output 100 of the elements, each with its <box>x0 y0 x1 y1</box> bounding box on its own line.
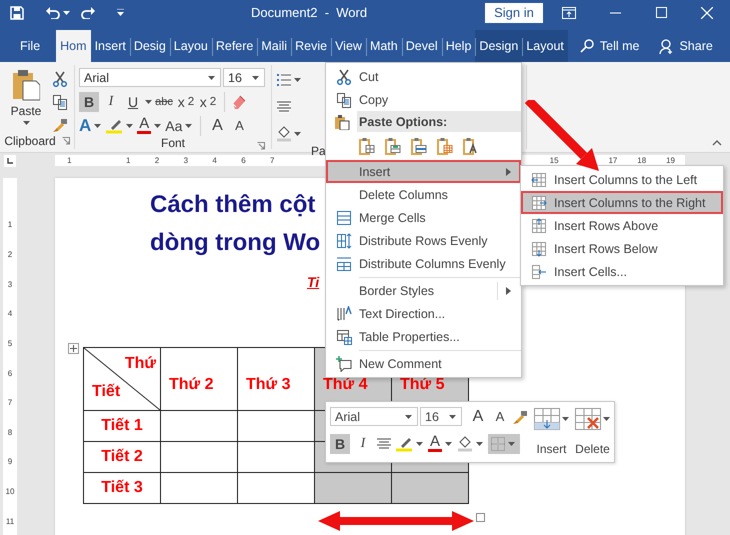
shading-icon[interactable] <box>276 126 292 142</box>
menu-item[interactable]: Distribute Rows Evenly <box>326 229 521 252</box>
format-button[interactable]: A <box>229 116 250 136</box>
ribbon-tab[interactable]: File <box>16 30 56 62</box>
sign-in-button[interactable]: Sign in <box>485 2 543 22</box>
ribbon-tab[interactable]: Revie <box>291 30 332 62</box>
bullets-icon[interactable] <box>276 72 292 86</box>
paste-option-icon[interactable] <box>411 137 427 155</box>
ruler-number: 3 <box>8 278 12 291</box>
menu-item[interactable]: Cut <box>326 65 521 88</box>
format-button[interactable]: Aa <box>165 116 194 136</box>
menu-item[interactable]: Insert Columns to the Left <box>521 168 723 191</box>
menu-item[interactable]: Insert Rows Above <box>521 214 723 237</box>
tab-stop-icon[interactable] <box>7 158 13 164</box>
paste-button[interactable]: Paste <box>4 65 48 133</box>
ruler-number: 15 <box>548 156 560 165</box>
ruler-number: 11 <box>6 516 14 528</box>
menu-item[interactable]: Merge Cells <box>326 206 521 229</box>
resize-handle[interactable] <box>476 513 485 522</box>
document-title: Cách thêm cột <box>150 190 316 220</box>
menu-item[interactable]: Insert Cells... <box>521 260 723 283</box>
menu-item[interactable]: Distribute Columns Evenly <box>326 252 521 275</box>
format-button[interactable]: B <box>79 92 99 112</box>
shading-button[interactable] <box>457 434 485 454</box>
font-color-button[interactable]: A <box>137 116 164 136</box>
window-title: Document2 - Word <box>251 5 368 20</box>
launcher-icon[interactable] <box>257 142 265 150</box>
menu-item[interactable]: Text Direction... <box>326 302 521 325</box>
ribbon-tab[interactable]: Help <box>442 30 476 62</box>
ribbon-tab[interactable]: Maili <box>257 30 292 62</box>
font-name-field[interactable]: Arial <box>79 68 221 87</box>
paste-option-icon[interactable] <box>385 137 401 155</box>
share-button[interactable]: Share <box>659 30 713 62</box>
ruler-number: 8 <box>8 426 12 439</box>
maximize-icon[interactable] <box>656 7 666 18</box>
paste-option-icon[interactable] <box>463 137 479 155</box>
ribbon-tab[interactable]: Math <box>366 30 402 62</box>
menu-item[interactable]: Insert Columns to the Right <box>521 191 723 214</box>
format-button[interactable]: A <box>79 116 104 136</box>
close-icon[interactable] <box>701 6 713 18</box>
ribbon-tab[interactable]: Hom <box>56 30 91 62</box>
insert-button[interactable]: Insert <box>534 406 569 458</box>
ruler-number: 1 <box>66 156 73 165</box>
caret-icon <box>208 76 215 80</box>
person-icon <box>659 38 674 54</box>
tell-me-button[interactable]: Tell me <box>580 30 640 62</box>
ribbon-tab[interactable]: Insert <box>90 30 130 62</box>
ruler-number: 5 <box>8 338 12 350</box>
borders-button[interactable] <box>488 434 520 454</box>
menu-item[interactable]: Delete Columns <box>326 183 521 206</box>
merge-cells-icon <box>336 210 352 226</box>
minimize-icon[interactable] <box>610 12 620 14</box>
ruler-number: 2 <box>8 248 12 261</box>
menu-item[interactable]: Insert Rows Below <box>521 237 723 260</box>
font-name-field[interactable]: Arial <box>330 407 418 426</box>
format-button[interactable]: I <box>353 434 373 454</box>
ribbon-tab[interactable]: Refere <box>212 30 258 62</box>
ribbon-tab[interactable]: View <box>331 30 366 62</box>
menu-item[interactable]: Insert <box>326 160 521 183</box>
save-icon[interactable] <box>10 6 24 20</box>
ribbon-tab[interactable]: Layout <box>522 30 568 62</box>
format-button[interactable]: I <box>101 92 121 112</box>
grow-font-button[interactable]: A <box>468 406 488 426</box>
text-direction-icon <box>336 306 352 322</box>
paste-option-icon[interactable] <box>359 137 375 155</box>
menu-item[interactable]: Table Properties... <box>326 325 521 348</box>
launcher-icon[interactable] <box>62 137 70 145</box>
redo-icon[interactable] <box>80 6 94 18</box>
insert-cells-icon <box>530 264 546 280</box>
ribbon-display-icon[interactable] <box>562 6 576 18</box>
ribbon-tab[interactable]: Desig <box>130 30 170 62</box>
eraser-icon[interactable] <box>231 94 247 110</box>
ruler-number: 4 <box>8 308 12 320</box>
format-button[interactable]: A <box>207 116 228 136</box>
insert-right-icon <box>530 194 546 210</box>
menu-header: Paste Options: <box>357 111 521 132</box>
caret-icon <box>94 124 102 128</box>
collapse-icon[interactable] <box>712 140 722 146</box>
borders-icon <box>491 436 505 450</box>
ribbon-tab[interactable]: Devel <box>402 30 442 62</box>
font-size-field[interactable]: 16 <box>223 68 265 87</box>
ruler-number: 18 <box>636 156 648 165</box>
shrink-font-button[interactable]: A <box>490 406 510 426</box>
document-subtitle: Ti <box>307 274 320 290</box>
group-label: Clipboard <box>4 134 56 148</box>
caret-icon <box>145 100 152 104</box>
ribbon-tab[interactable]: Layou <box>170 30 212 62</box>
highlighter-icon <box>395 436 413 452</box>
menu-item[interactable]: Copy <box>326 88 521 111</box>
format-button[interactable]: U <box>123 92 143 112</box>
font-size-field[interactable]: 16 <box>420 407 462 426</box>
format-button[interactable]: abc <box>154 92 174 112</box>
paste-option-icon[interactable] <box>437 137 453 155</box>
move-handle-icon[interactable] <box>68 343 79 354</box>
ribbon-tab[interactable]: Design <box>475 30 522 62</box>
font-color-button[interactable]: A <box>428 434 454 454</box>
delete-button[interactable]: Delete <box>575 406 610 458</box>
table-cell: Thứ Tiết <box>84 348 160 410</box>
customize-icon[interactable] <box>117 9 124 16</box>
format-button[interactable]: B <box>330 434 350 454</box>
